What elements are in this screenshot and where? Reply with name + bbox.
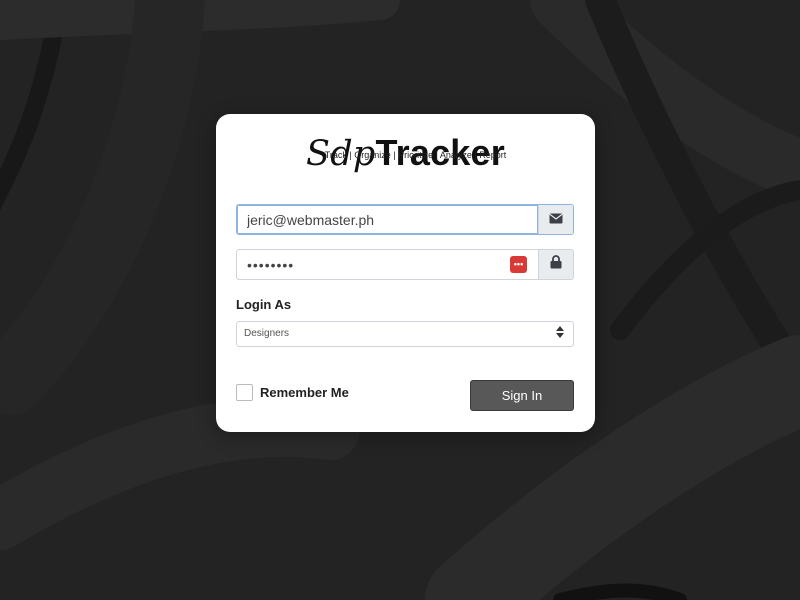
remember-me: Remember Me <box>236 384 349 401</box>
login-card: SdpTracker Track | Organize | Prioritize… <box>216 114 595 432</box>
password-addon <box>538 250 573 279</box>
sign-in-button[interactable]: Sign In <box>470 380 574 411</box>
login-as-select[interactable]: Designers <box>236 321 574 347</box>
remember-me-label[interactable]: Remember Me <box>260 385 349 400</box>
logo-tagline: Track | Organize | Prioritize | Analyze … <box>324 150 507 160</box>
login-as-label: Login As <box>236 297 292 312</box>
password-field-group: ••• <box>236 249 574 280</box>
lock-icon <box>550 255 562 274</box>
email-field-group <box>236 204 574 235</box>
email-input[interactable] <box>237 205 538 234</box>
password-manager-icon[interactable]: ••• <box>510 256 527 273</box>
envelope-icon <box>549 211 563 229</box>
email-addon <box>538 205 573 234</box>
password-input[interactable] <box>237 250 538 279</box>
select-updown-icon <box>556 322 564 338</box>
login-as-selected-value: Designers <box>244 328 290 339</box>
remember-me-checkbox[interactable] <box>236 384 253 401</box>
